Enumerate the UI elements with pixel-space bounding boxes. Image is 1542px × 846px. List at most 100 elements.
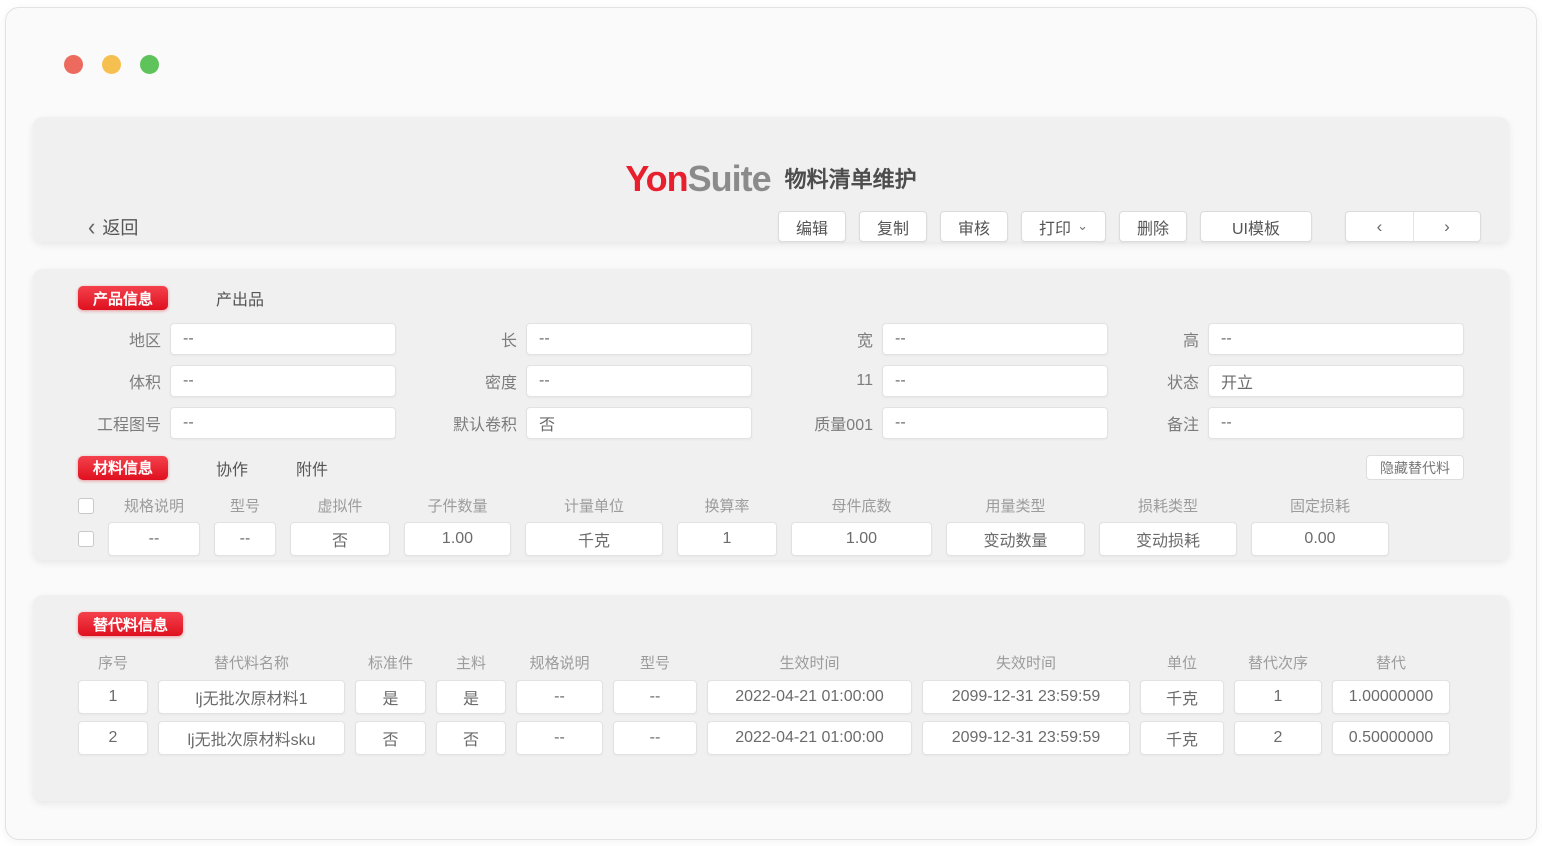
effective-cell[interactable]: 2022-04-21 01:00:00 xyxy=(707,721,912,755)
field-label: 默认卷积 xyxy=(434,411,526,435)
header-panel: YonSuite 物料清单维护 ‹ 返回 编辑 复制 审核 打印 ⌄ 删除 UI… xyxy=(33,117,1509,242)
model-cell[interactable]: -- xyxy=(613,680,697,714)
density-input[interactable]: -- xyxy=(526,365,752,397)
logo-row: YonSuite 物料清单维护 xyxy=(33,117,1509,197)
conv-rate-cell[interactable]: 1 xyxy=(677,522,777,556)
status-input[interactable]: 开立 xyxy=(1208,365,1464,397)
yonsuite-logo: YonSuite xyxy=(625,161,770,197)
spec-cell[interactable]: -- xyxy=(108,522,200,556)
seq-cell[interactable]: 1 xyxy=(78,680,148,714)
sub-order-cell[interactable]: 1 xyxy=(1234,680,1322,714)
child-qty-cell[interactable]: 1.00 xyxy=(404,522,511,556)
main-cell[interactable]: 是 xyxy=(436,680,506,714)
spec-cell[interactable]: -- xyxy=(516,680,603,714)
field-quality001: 质量001 -- xyxy=(790,407,1108,439)
col-header: 主料 xyxy=(436,652,506,673)
standard-cell[interactable]: 是 xyxy=(355,680,426,714)
product-tabs: 产品信息 产出品 xyxy=(78,269,1464,310)
main-cell[interactable]: 否 xyxy=(436,721,506,755)
logo-yon: Yon xyxy=(625,158,687,199)
tab-substitute-info[interactable]: 替代料信息 xyxy=(78,612,183,636)
loss-type-cell[interactable]: 变动损耗 xyxy=(1099,522,1237,556)
sub-ratio-cell[interactable]: 0.50000000 xyxy=(1332,721,1450,755)
length-input[interactable]: -- xyxy=(526,323,752,355)
volume-input[interactable]: -- xyxy=(170,365,396,397)
col-header: 规格说明 xyxy=(108,495,200,516)
spec-cell[interactable]: -- xyxy=(516,721,603,755)
tab-output-product[interactable]: 产出品 xyxy=(216,286,264,310)
default-convolution-input[interactable]: 否 xyxy=(526,407,752,439)
quality001-input[interactable]: -- xyxy=(882,407,1108,439)
field-label: 质量001 xyxy=(790,411,882,435)
back-button[interactable]: ‹ 返回 xyxy=(88,214,138,240)
usage-type-cell[interactable]: 变动数量 xyxy=(946,522,1085,556)
print-dropdown-button[interactable]: 打印 ⌄ xyxy=(1021,211,1106,242)
select-all-checkbox[interactable] xyxy=(78,498,94,514)
remark-input[interactable]: -- xyxy=(1208,407,1464,439)
model-cell[interactable]: -- xyxy=(214,522,276,556)
col-header: 型号 xyxy=(613,652,697,673)
field-remark: 备注 -- xyxy=(1146,407,1464,439)
col-header: 替代次序 xyxy=(1234,652,1322,673)
audit-button[interactable]: 审核 xyxy=(940,211,1008,242)
delete-button[interactable]: 删除 xyxy=(1119,211,1187,242)
virtual-cell[interactable]: 否 xyxy=(290,522,390,556)
region-input[interactable]: -- xyxy=(170,323,396,355)
product-form: 地区 -- 长 -- 宽 -- 高 -- 体积 -- 密度 -- xyxy=(78,323,1464,439)
width-input[interactable]: -- xyxy=(882,323,1108,355)
tab-material-info[interactable]: 材料信息 xyxy=(78,456,168,480)
col-header: 虚拟件 xyxy=(290,495,390,516)
hide-substitute-button[interactable]: 隐藏替代料 xyxy=(1366,455,1464,480)
page-title: 物料清单维护 xyxy=(785,162,917,197)
prev-record-button[interactable]: ‹ xyxy=(1346,212,1413,241)
action-buttons: 编辑 复制 审核 打印 ⌄ 删除 UI模板 ‹ › xyxy=(778,211,1481,242)
effective-cell[interactable]: 2022-04-21 01:00:00 xyxy=(707,680,912,714)
ui-template-button[interactable]: UI模板 xyxy=(1200,211,1312,242)
col-header: 替代 xyxy=(1332,652,1450,673)
substitute-panel: 替代料信息 序号 替代料名称 标准件 主料 规格说明 型号 生效时间 失效时间 … xyxy=(33,595,1509,801)
col-header: 生效时间 xyxy=(707,652,912,673)
seq-cell[interactable]: 2 xyxy=(78,721,148,755)
sub-name-cell[interactable]: lj无批次原材料1 xyxy=(158,680,345,714)
field-density: 密度 -- xyxy=(434,365,752,397)
tab-collaboration[interactable]: 协作 xyxy=(216,456,248,480)
expire-cell[interactable]: 2099-12-31 23:59:59 xyxy=(922,680,1130,714)
field-11: 11 -- xyxy=(790,365,1108,397)
parent-base-cell[interactable]: 1.00 xyxy=(791,522,932,556)
field-volume: 体积 -- xyxy=(78,365,396,397)
sub-name-cell[interactable]: lj无批次原材料sku xyxy=(158,721,345,755)
back-chevron-icon: ‹ xyxy=(88,214,95,239)
minimize-window-icon[interactable] xyxy=(102,55,121,74)
tab-product-info[interactable]: 产品信息 xyxy=(78,286,168,310)
close-window-icon[interactable] xyxy=(64,55,83,74)
edit-button[interactable]: 编辑 xyxy=(778,211,846,242)
field-label: 11 xyxy=(790,372,882,390)
unit-cell[interactable]: 千克 xyxy=(1140,721,1224,755)
maximize-window-icon[interactable] xyxy=(140,55,159,74)
field-label: 工程图号 xyxy=(78,411,170,435)
field-11-input[interactable]: -- xyxy=(882,365,1108,397)
model-cell[interactable]: -- xyxy=(613,721,697,755)
height-input[interactable]: -- xyxy=(1208,323,1464,355)
tab-attachment[interactable]: 附件 xyxy=(296,456,328,480)
material-table-header: 规格说明 型号 虚拟件 子件数量 计量单位 换算率 母件底数 用量类型 损耗类型… xyxy=(78,495,1464,516)
fixed-loss-cell[interactable]: 0.00 xyxy=(1251,522,1389,556)
unit-cell[interactable]: 千克 xyxy=(1140,680,1224,714)
row-checkbox[interactable] xyxy=(78,531,94,547)
col-header: 型号 xyxy=(214,495,276,516)
next-record-button[interactable]: › xyxy=(1413,212,1480,241)
field-height: 高 -- xyxy=(1146,323,1464,355)
unit-cell[interactable]: 千克 xyxy=(525,522,663,556)
sub-ratio-cell[interactable]: 1.00000000 xyxy=(1332,680,1450,714)
field-label: 宽 xyxy=(790,327,882,351)
copy-button[interactable]: 复制 xyxy=(859,211,927,242)
col-header: 规格说明 xyxy=(516,652,603,673)
field-label: 高 xyxy=(1146,327,1208,351)
field-label: 长 xyxy=(434,327,526,351)
standard-cell[interactable]: 否 xyxy=(355,721,426,755)
drawing-no-input[interactable]: -- xyxy=(170,407,396,439)
material-table-row: -- -- 否 1.00 千克 1 1.00 变动数量 变动损耗 0.00 xyxy=(78,522,1464,556)
sub-order-cell[interactable]: 2 xyxy=(1234,721,1322,755)
main-panel: 产品信息 产出品 地区 -- 长 -- 宽 -- 高 -- 体积 -- xyxy=(33,269,1509,560)
expire-cell[interactable]: 2099-12-31 23:59:59 xyxy=(922,721,1130,755)
